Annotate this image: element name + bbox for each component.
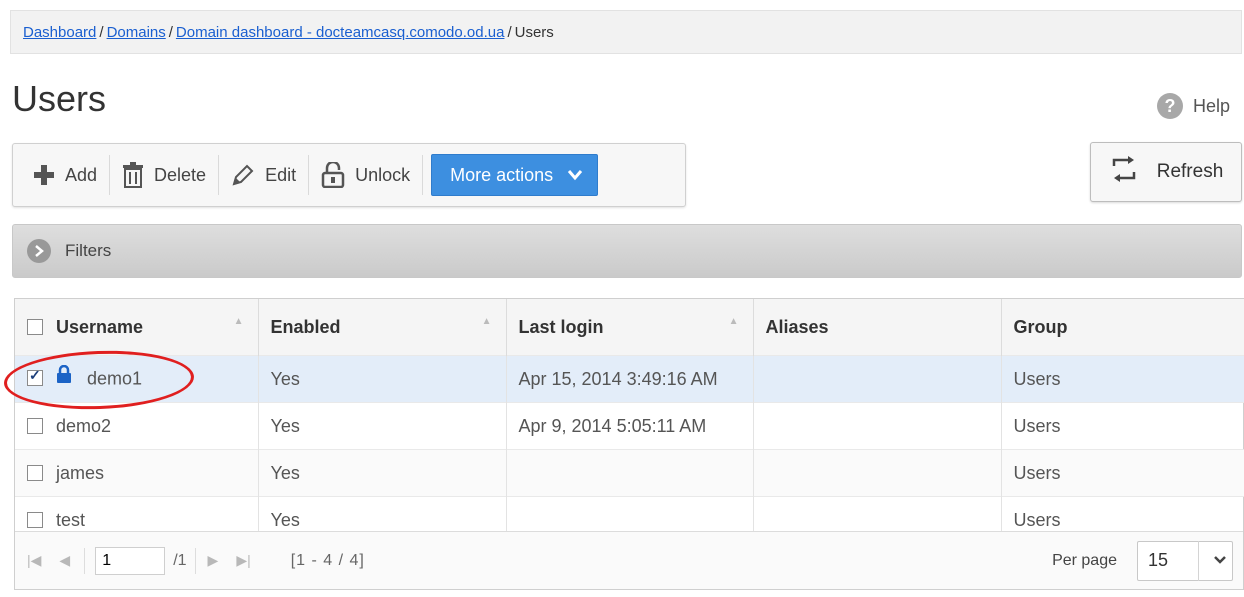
help-link[interactable]: ? Help: [1156, 93, 1230, 119]
breadcrumb-dashboard-link[interactable]: Dashboard: [23, 24, 96, 41]
column-label-last-login: Last login: [518, 316, 604, 337]
refresh-label: Refresh: [1156, 161, 1224, 182]
sort-icon: ▲: [728, 316, 739, 327]
cell-group: Users: [1001, 449, 1244, 497]
edit-button[interactable]: Edit: [219, 155, 310, 195]
chevron-down-icon: [567, 165, 583, 186]
row-checkbox[interactable]: [27, 464, 43, 481]
table-row[interactable]: demo2 Yes Apr 9, 2014 5:05:11 AM Users: [15, 402, 1244, 450]
column-header-group[interactable]: Group: [1001, 299, 1244, 356]
pagination-bar: |◀ ◀ /1 ▶ ▶| [1 - 4 / 4] Per page 15: [15, 531, 1243, 589]
cell-enabled: Yes: [258, 402, 507, 450]
cell-last-login: [506, 449, 754, 497]
cell-last-login: Apr 15, 2014 3:49:16 AM: [506, 355, 754, 403]
column-label-enabled: Enabled: [270, 316, 341, 337]
per-page-select[interactable]: 15: [1137, 540, 1233, 581]
add-button[interactable]: Add: [21, 155, 111, 195]
page-title: Users: [12, 78, 107, 119]
edit-label: Edit: [265, 164, 297, 185]
users-table: Username ▲ Enabled ▲ Last login ▲ Aliase…: [15, 299, 1244, 543]
last-page-icon[interactable]: ▶|: [236, 552, 250, 569]
users-toolbar: Add Delete Edit Unlock More actions: [12, 143, 686, 207]
cell-aliases: [753, 402, 1002, 450]
more-actions-dropdown[interactable]: More actions: [431, 154, 599, 196]
breadcrumb-separator: /: [168, 23, 173, 41]
sort-icon: ▲: [233, 316, 244, 327]
chevron-down-icon: [1213, 552, 1227, 570]
filters-label: Filters: [65, 241, 112, 260]
column-label-aliases: Aliases: [765, 316, 829, 337]
column-header-aliases[interactable]: Aliases: [753, 299, 1002, 356]
column-header-last-login[interactable]: Last login ▲: [506, 299, 754, 356]
username-text: demo1: [87, 367, 143, 388]
per-page-label: Per page: [1052, 551, 1117, 569]
next-page-icon[interactable]: ▶: [208, 552, 219, 569]
help-icon: ?: [1156, 93, 1183, 119]
row-checkbox[interactable]: [27, 367, 43, 386]
column-label-username: Username: [56, 316, 144, 337]
add-label: Add: [65, 164, 98, 185]
help-label: Help: [1192, 95, 1230, 116]
cell-last-login: Apr 9, 2014 5:05:11 AM: [506, 402, 754, 450]
per-page-value: 15: [1148, 550, 1169, 570]
lock-icon: [56, 364, 72, 388]
page-total: /1: [173, 551, 187, 569]
cell-enabled: Yes: [258, 449, 507, 497]
cell-username: demo1: [15, 355, 259, 403]
more-actions-label: More actions: [450, 164, 554, 185]
delete-button[interactable]: Delete: [110, 155, 220, 195]
column-header-username[interactable]: Username ▲: [15, 299, 259, 356]
cell-group: Users: [1001, 355, 1244, 403]
cell-username: james: [15, 449, 259, 497]
first-page-icon[interactable]: |◀: [27, 552, 41, 569]
refresh-button[interactable]: Refresh: [1090, 142, 1242, 202]
unlock-button[interactable]: Unlock: [309, 155, 424, 195]
select-all-checkbox[interactable]: [27, 318, 43, 335]
table-row[interactable]: james Yes Users: [15, 449, 1244, 497]
breadcrumb: Dashboard / Domains / Domain dashboard -…: [10, 10, 1242, 54]
page-number-input[interactable]: [95, 546, 166, 575]
cell-group: Users: [1001, 402, 1244, 450]
column-header-enabled[interactable]: Enabled ▲: [258, 299, 507, 356]
username-text: test: [56, 509, 86, 530]
cell-aliases: [753, 355, 1002, 403]
table-row[interactable]: demo1 Yes Apr 15, 2014 3:49:16 AM Users: [15, 355, 1244, 403]
filters-panel-toggle[interactable]: Filters: [12, 224, 1242, 278]
unlock-label: Unlock: [355, 164, 411, 185]
users-grid: Username ▲ Enabled ▲ Last login ▲ Aliase…: [14, 298, 1244, 590]
trash-icon: [122, 162, 144, 188]
table-header-row: Username ▲ Enabled ▲ Last login ▲ Aliase…: [15, 299, 1244, 356]
pager-divider: [84, 547, 86, 574]
row-checkbox[interactable]: [27, 511, 43, 528]
unlock-icon: [321, 162, 345, 188]
breadcrumb-separator: /: [507, 23, 512, 41]
username-text: james: [56, 462, 105, 483]
select-divider: [1198, 540, 1199, 581]
delete-label: Delete: [154, 164, 207, 185]
pencil-icon: [231, 163, 255, 187]
record-range: [1 - 4 / 4]: [290, 551, 365, 569]
breadcrumb-domain-dashboard-link[interactable]: Domain dashboard - docteamcasq.comodo.od…: [176, 24, 505, 41]
column-label-group: Group: [1013, 316, 1068, 337]
sort-icon: ▲: [481, 316, 492, 327]
refresh-icon: [1109, 156, 1139, 188]
breadcrumb-separator: /: [99, 23, 104, 41]
previous-page-icon[interactable]: ◀: [59, 552, 70, 569]
cell-username: demo2: [15, 402, 259, 450]
pager-divider: [194, 547, 196, 574]
cell-aliases: [753, 449, 1002, 497]
plus-icon: [33, 164, 55, 186]
cell-enabled: Yes: [258, 355, 507, 403]
username-text: demo2: [56, 415, 112, 436]
chevron-right-icon: [27, 239, 51, 263]
breadcrumb-current: Users: [514, 23, 554, 41]
row-checkbox[interactable]: [27, 417, 43, 434]
breadcrumb-domains-link[interactable]: Domains: [107, 24, 166, 41]
